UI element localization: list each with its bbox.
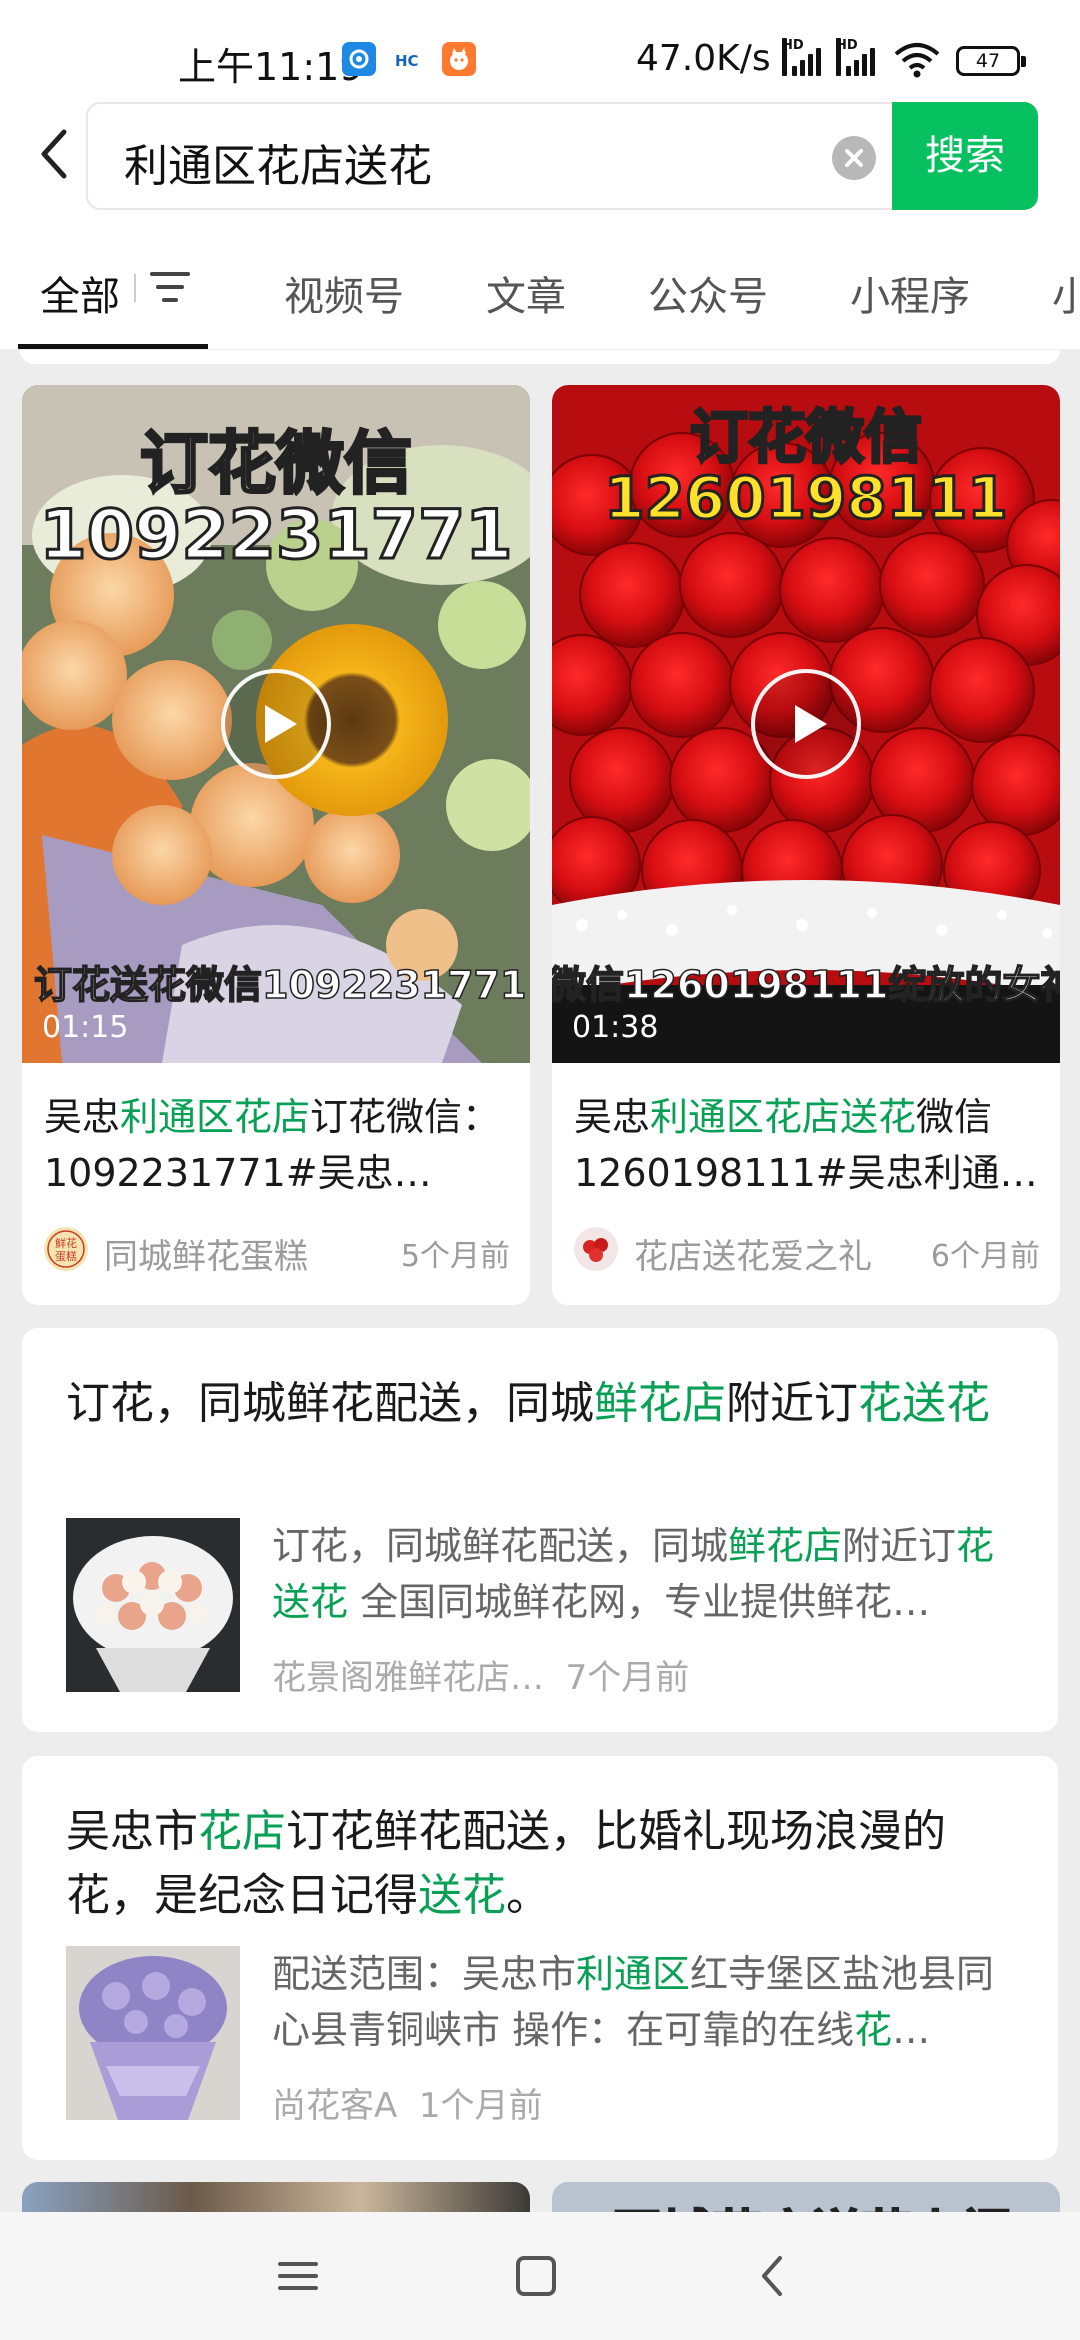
article-thumbnail xyxy=(66,1518,240,1692)
video-meta: 花店送花爱之礼 6个月前 xyxy=(574,1227,1040,1277)
article-time: 7个月前 xyxy=(565,1658,690,1698)
video-title: 吴忠利通区花店送花微信1260198111#吴忠利通… xyxy=(574,1095,1038,1195)
search-query: 利通区花店送花 xyxy=(124,141,432,192)
post-time: 6个月前 xyxy=(930,1239,1040,1274)
svg-text:HC: HC xyxy=(395,52,419,70)
battery-icon: 47 xyxy=(956,46,1026,76)
video-card[interactable]: 订花微信 1092231771 订花送花微信1092231771 01:15 吴… xyxy=(22,385,530,1305)
filter-icon[interactable] xyxy=(150,270,190,304)
tab-mini-programs[interactable]: 小程序 xyxy=(850,264,970,322)
tab-articles[interactable]: 文章 xyxy=(486,264,566,322)
signal-icon: HD xyxy=(782,38,826,76)
article-title: 吴忠市花店订花鲜花配送，比婚礼现场浪漫的花，是纪念日记得送花。 xyxy=(66,1806,946,1921)
tab-more[interactable]: 小 xyxy=(1052,264,1080,322)
back-button[interactable] xyxy=(30,124,80,184)
mascot-app-icon xyxy=(442,42,476,76)
search-input[interactable]: 利通区花店送花 xyxy=(86,102,894,210)
home-nav-button[interactable] xyxy=(506,2246,566,2306)
back-nav-button[interactable] xyxy=(744,2246,804,2306)
tab-official-accounts[interactable]: 公众号 xyxy=(648,264,768,322)
tab-bar: 全部 视频号 文章 公众号 小程序 小 xyxy=(0,220,1080,350)
play-icon[interactable] xyxy=(221,669,331,779)
article-meta: 花景阁雅鲜花店… 7个月前 xyxy=(272,1650,689,1699)
video-duration: 01:38 xyxy=(572,1010,659,1045)
search-button[interactable]: 搜索 xyxy=(892,102,1038,210)
network-speed: 47.0K/s xyxy=(636,38,771,79)
tab-active-indicator xyxy=(18,344,208,349)
article-card[interactable]: 吴忠市花店订花鲜花配送，比婚礼现场浪漫的花，是纪念日记得送花。 配送范围：吴忠市… xyxy=(22,1756,1058,2160)
avatar[interactable]: 鲜花 蛋糕 xyxy=(44,1227,88,1271)
video-thumbnail: 订花微信 1260198111 微信1260198111绽放的女神 01:38 xyxy=(552,385,1060,1063)
article-time: 1个月前 xyxy=(418,2086,543,2126)
article-source[interactable]: 花景阁雅鲜花店… xyxy=(272,1658,544,1698)
author-name[interactable]: 花店送花爱之礼 xyxy=(634,1229,872,1278)
video-overlay-text: 订花微信 1092231771 xyxy=(38,425,514,576)
video-caption: 微信1260198111绽放的女神 xyxy=(552,962,1060,1008)
video-duration: 01:15 xyxy=(42,1010,129,1045)
article-title: 订花，同城鲜花配送，同城鲜花店附近订花送花 xyxy=(66,1378,990,1429)
tplink-app-icon xyxy=(342,42,376,76)
wifi-icon xyxy=(892,40,942,80)
avatar[interactable] xyxy=(574,1227,618,1271)
article-description: 订花，同城鲜花配送，同城鲜花店附近订花送花 全国同城鲜花网，专业提供鲜花… xyxy=(272,1524,995,1624)
back-arrow-icon xyxy=(41,129,67,179)
system-nav-bar xyxy=(0,2212,1080,2340)
play-icon[interactable] xyxy=(751,669,861,779)
video-overlay-text: 订花微信 1260198111 xyxy=(603,403,1010,532)
article-meta: 尚花客A 1个月前 xyxy=(272,2078,543,2127)
previous-card-edge xyxy=(20,350,1060,364)
status-bar: 上午11:19 HC 47.0K/s HD HD 47 xyxy=(0,0,1080,100)
article-description: 配送范围：吴忠市利通区红寺堡区盐池县同心县青铜峡市 操作：在可靠的在线花… xyxy=(272,1952,995,2052)
tab-divider xyxy=(134,274,136,302)
signal-icon-2: HD xyxy=(836,38,880,76)
post-time: 5个月前 xyxy=(400,1239,510,1274)
tab-video[interactable]: 视频号 xyxy=(284,264,404,322)
author-name[interactable]: 同城鲜花蛋糕 xyxy=(104,1229,308,1278)
article-card[interactable]: 订花，同城鲜花配送，同城鲜花店附近订花送花 订花，同城鲜花配送，同城鲜花店附近订… xyxy=(22,1328,1058,1732)
svg-text:鲜花: 鲜花 xyxy=(55,1236,77,1250)
article-source[interactable]: 尚花客A xyxy=(272,2086,397,2126)
status-time: 上午11:19 xyxy=(178,45,364,89)
video-meta: 鲜花 蛋糕 同城鲜花蛋糕 5个月前 xyxy=(44,1227,510,1277)
video-title: 吴忠利通区花店订花微信：1092231771#吴忠… xyxy=(44,1095,501,1195)
hc-app-icon: HC xyxy=(392,42,426,76)
tab-all[interactable]: 全部 xyxy=(40,264,120,322)
article-thumbnail xyxy=(66,1946,240,2120)
svg-text:蛋糕: 蛋糕 xyxy=(55,1249,77,1263)
menu-nav-button[interactable] xyxy=(268,2246,328,2306)
video-caption: 订花送花微信1092231771 xyxy=(33,962,527,1008)
video-card[interactable]: 订花微信 1260198111 微信1260198111绽放的女神 01:38 … xyxy=(552,385,1060,1305)
search-header: 利通区花店送花 搜索 xyxy=(0,100,1080,220)
clear-icon[interactable] xyxy=(832,136,876,180)
video-thumbnail: 订花微信 1092231771 订花送花微信1092231771 01:15 xyxy=(22,385,530,1063)
